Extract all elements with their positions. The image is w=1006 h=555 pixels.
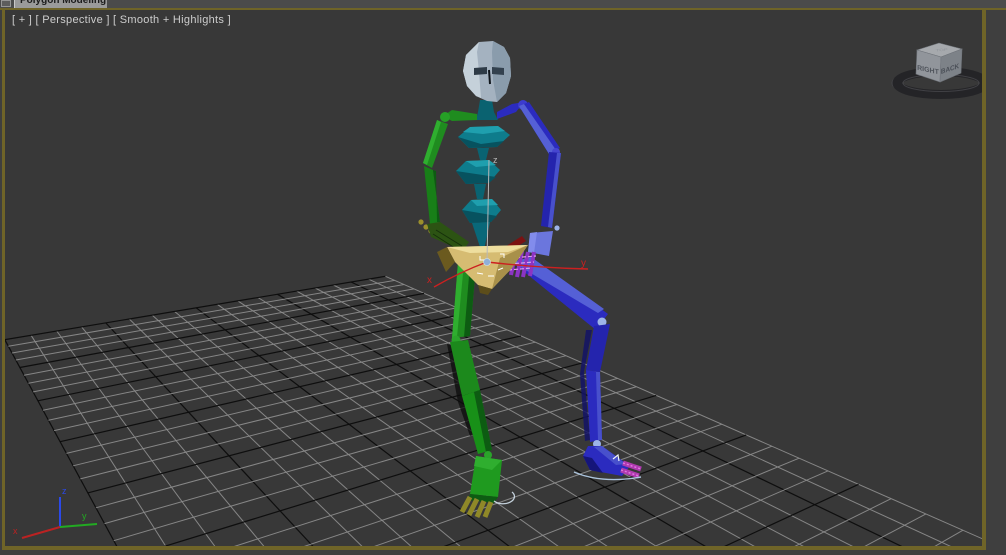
perspective-viewport[interactable]: z x y z x y TOP RIGHT BACK bbox=[2, 10, 986, 550]
world-axis-tripod: z x y bbox=[13, 486, 98, 539]
floor-grid bbox=[5, 275, 982, 546]
viewport-canvas[interactable]: z x y z x y TOP RIGHT BACK bbox=[2, 10, 986, 550]
gizmo-y-label: y bbox=[581, 258, 586, 269]
spine-torso[interactable] bbox=[456, 126, 510, 250]
ribbon-tab-bar: Polygon Modeling bbox=[0, 0, 1006, 8]
neck-bone[interactable] bbox=[476, 100, 498, 120]
tab-label: Polygon Modeling bbox=[20, 0, 107, 6]
world-y-label: y bbox=[82, 511, 87, 521]
gizmo-pivot[interactable] bbox=[483, 258, 491, 266]
gizmo-x-label: x bbox=[427, 275, 432, 286]
world-x-label: x bbox=[13, 526, 18, 536]
right-eye bbox=[492, 67, 504, 75]
viewport-label-menu[interactable]: [ + ] [ Perspective ] [ Smooth + Highlig… bbox=[12, 14, 231, 26]
gizmo-z-label: z bbox=[493, 155, 498, 165]
head[interactable] bbox=[463, 41, 511, 102]
app-menu-icon[interactable] bbox=[1, 0, 11, 7]
nose-line bbox=[488, 69, 491, 85]
world-z-label: z bbox=[62, 486, 67, 496]
left-shoulder-joint[interactable] bbox=[440, 112, 450, 122]
left-eye bbox=[474, 67, 487, 75]
tab-polygon-modeling[interactable]: Polygon Modeling bbox=[14, 0, 107, 8]
application-window: Polygon Modeling [ + ] [ Perspective ] [… bbox=[0, 0, 1006, 555]
character-rig[interactable] bbox=[418, 41, 642, 519]
view-cube[interactable]: TOP RIGHT BACK bbox=[891, 42, 986, 99]
